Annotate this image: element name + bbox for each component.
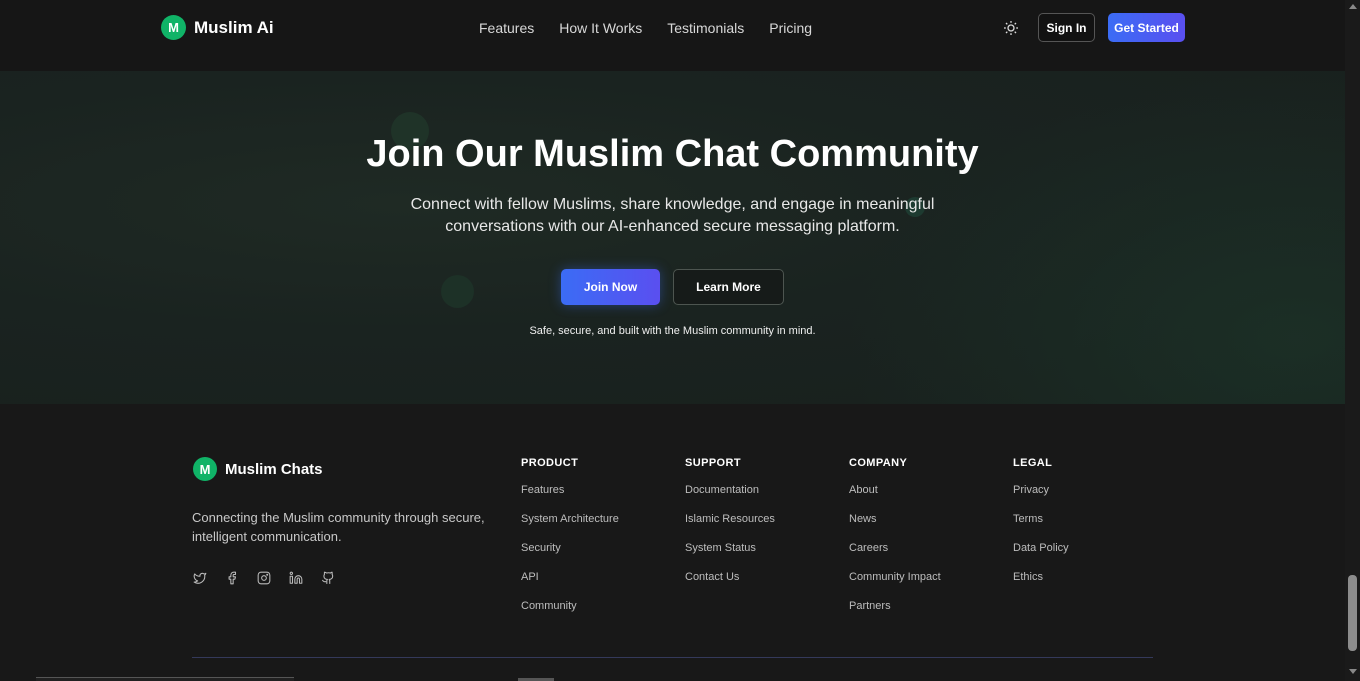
site-footer: M Muslim Chats Connecting the Muslim com… bbox=[0, 404, 1345, 681]
nav-how-it-works[interactable]: How It Works bbox=[559, 20, 642, 36]
footer-link[interactable]: Security bbox=[521, 542, 619, 571]
footer-logo[interactable]: M Muslim Chats bbox=[193, 457, 323, 481]
footer-link[interactable]: About bbox=[849, 484, 941, 513]
footer-link[interactable]: Community Impact bbox=[849, 571, 941, 600]
footer-divider bbox=[192, 657, 1153, 658]
footer-column-legal: LEGAL Privacy Terms Data Policy Ethics bbox=[1013, 457, 1069, 600]
cta-subtitle: Connect with fellow Muslims, share knowl… bbox=[410, 196, 935, 235]
scroll-up-arrow-icon[interactable] bbox=[1349, 4, 1357, 9]
footer-column-company: COMPANY About News Careers Community Imp… bbox=[849, 457, 941, 629]
scrollbar-thumb[interactable] bbox=[1348, 575, 1357, 651]
footer-link[interactable]: API bbox=[521, 571, 619, 600]
footer-column-title: SUPPORT bbox=[685, 457, 741, 469]
cta-section: Join Our Muslim Chat Community Connect w… bbox=[0, 71, 1345, 404]
footer-column-title: PRODUCT bbox=[521, 457, 579, 469]
footer-link[interactable]: Data Policy bbox=[1013, 542, 1069, 571]
header-logo[interactable]: M Muslim Ai bbox=[161, 15, 274, 40]
logo-badge: M bbox=[161, 15, 186, 40]
footer-link[interactable]: Partners bbox=[849, 600, 941, 629]
footer-logo-text: Muslim Chats bbox=[225, 460, 323, 478]
footer-link[interactable]: Contact Us bbox=[685, 571, 775, 600]
main-nav: Features How It Works Testimonials Prici… bbox=[479, 20, 812, 36]
footer-column-title: LEGAL bbox=[1013, 457, 1053, 469]
social-links bbox=[193, 571, 335, 585]
cta-title: Join Our Muslim Chat Community bbox=[366, 133, 979, 175]
footer-link[interactable]: System Architecture bbox=[521, 513, 619, 542]
decorative-blob bbox=[441, 275, 474, 308]
nav-testimonials[interactable]: Testimonials bbox=[667, 20, 744, 36]
nav-features[interactable]: Features bbox=[479, 20, 534, 36]
instagram-icon[interactable] bbox=[257, 571, 271, 585]
theme-toggle-button[interactable] bbox=[1000, 17, 1022, 39]
footer-link[interactable]: Terms bbox=[1013, 513, 1069, 542]
nav-pricing[interactable]: Pricing bbox=[769, 20, 812, 36]
footer-link[interactable]: Careers bbox=[849, 542, 941, 571]
learn-more-button[interactable]: Learn More bbox=[673, 269, 784, 305]
footer-link[interactable]: Islamic Resources bbox=[685, 513, 775, 542]
logo-badge: M bbox=[193, 457, 217, 481]
sign-in-button[interactable]: Sign In bbox=[1038, 13, 1095, 42]
page-scrollbar[interactable] bbox=[1345, 0, 1360, 681]
github-icon[interactable] bbox=[321, 571, 335, 585]
footer-column-support: SUPPORT Documentation Islamic Resources … bbox=[685, 457, 775, 600]
partial-element bbox=[36, 677, 294, 681]
get-started-button[interactable]: Get Started bbox=[1108, 13, 1185, 42]
footer-link[interactable]: Features bbox=[521, 484, 619, 513]
footer-link[interactable]: Ethics bbox=[1013, 571, 1069, 600]
twitter-icon[interactable] bbox=[193, 571, 207, 585]
linkedin-icon[interactable] bbox=[289, 571, 303, 585]
footer-link[interactable]: System Status bbox=[685, 542, 775, 571]
footer-description: Connecting the Muslim community through … bbox=[192, 510, 485, 544]
footer-link[interactable]: Community bbox=[521, 600, 619, 629]
cta-note: Safe, secure, and built with the Muslim … bbox=[529, 325, 816, 337]
sun-icon bbox=[1004, 21, 1018, 35]
footer-column-title: COMPANY bbox=[849, 457, 908, 469]
footer-link[interactable]: Privacy bbox=[1013, 484, 1069, 513]
site-header: M Muslim Ai Features How It Works Testim… bbox=[0, 0, 1345, 71]
facebook-icon[interactable] bbox=[225, 571, 239, 585]
footer-column-product: PRODUCT Features System Architecture Sec… bbox=[521, 457, 619, 629]
logo-text: Muslim Ai bbox=[194, 17, 274, 37]
decorative-blob bbox=[905, 197, 925, 217]
join-now-button[interactable]: Join Now bbox=[561, 269, 660, 305]
scroll-down-arrow-icon[interactable] bbox=[1349, 669, 1357, 674]
footer-link[interactable]: News bbox=[849, 513, 941, 542]
footer-link[interactable]: Documentation bbox=[685, 484, 775, 513]
